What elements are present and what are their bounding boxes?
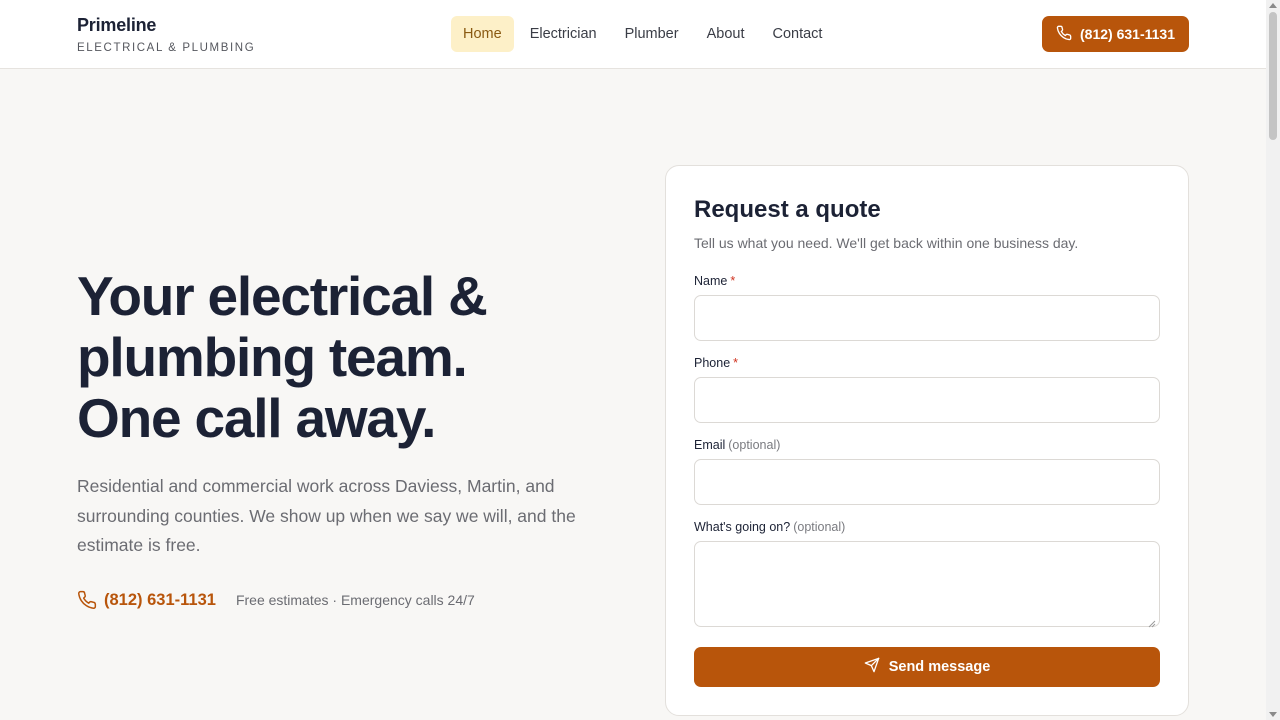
hero-phone-link[interactable]: (812) 631-1131 [104,591,216,610]
hero-title-line-3: One call away. [77,387,436,449]
resize-handle-icon[interactable] [1148,615,1156,628]
phone-icon [77,590,97,610]
brand-name: Primeline [77,15,157,35]
header-call-label: (812) 631-1131 [1080,26,1175,42]
optional-marker: (optional) [728,438,781,452]
send-icon [864,657,880,677]
quote-form: Request a quote Tell us what you need. W… [665,165,1189,716]
required-marker: * [733,356,739,370]
nav-item-electrician[interactable]: Electrician [516,16,611,52]
name-label: Name * [694,274,735,288]
email-field[interactable] [694,459,1160,505]
scrollbar-thumb[interactable] [1269,12,1277,140]
email-label: Email (optional) [694,438,780,452]
nav-item-plumber[interactable]: Plumber [611,16,693,52]
hero-title: Your electrical & plumbing team. One cal… [77,266,597,449]
nav-item-contact[interactable]: Contact [758,16,836,52]
main-nav: Home Electrician Plumber About Contact [451,16,836,52]
phone-label-text: Phone [694,356,731,370]
brand-logo[interactable]: Primeline ELECTRICAL & PLUMBING [77,15,255,54]
form-subtitle: Tell us what you need. We'll get back wi… [694,235,1079,251]
page-scrollbar[interactable] [1266,0,1280,720]
nav-item-home[interactable]: Home [451,16,514,52]
hero-contact: (812) 631-1131 Free estimates · Emergenc… [77,590,475,610]
phone-icon [1056,25,1072,44]
send-message-button[interactable]: Send message [694,647,1160,687]
name-label-text: Name [694,274,728,288]
optional-marker: (optional) [793,520,846,534]
site-header: Primeline ELECTRICAL & PLUMBING Home Ele… [0,0,1280,69]
hero-title-line-1: Your electrical & [77,265,488,327]
scroll-up-icon[interactable] [1269,3,1277,8]
phone-field[interactable] [694,377,1160,423]
form-title: Request a quote [694,196,881,223]
email-label-text: Email [694,438,726,452]
scroll-down-icon[interactable] [1269,712,1277,717]
hero-subtitle: Residential and commercial work across D… [77,476,576,555]
hero-title-line-2: plumbing team. [77,326,468,388]
message-textarea[interactable] [694,541,1160,628]
nav-item-about[interactable]: About [693,16,759,52]
brand-tagline: ELECTRICAL & PLUMBING [77,42,256,54]
message-label-text: What's going on? [694,520,791,534]
send-message-label: Send message [888,659,991,675]
message-label: What's going on? (optional) [694,520,845,534]
name-field[interactable] [694,295,1160,341]
phone-label: Phone * [694,356,738,370]
header-call-button[interactable]: (812) 631-1131 [1042,16,1189,52]
hero-note: Free estimates · Emergency calls 24/7 [235,592,475,608]
required-marker: * [730,274,736,288]
